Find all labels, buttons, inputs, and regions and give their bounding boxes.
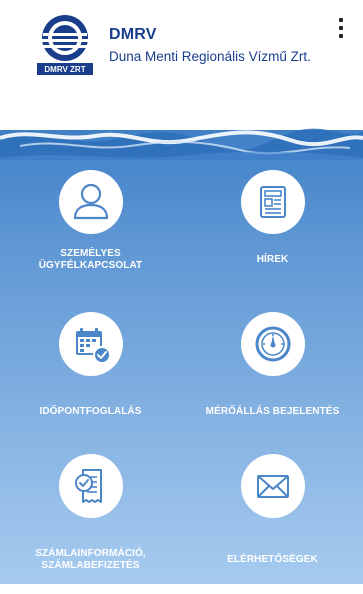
logo-badge-text: DMRV ZRT bbox=[44, 65, 85, 74]
tile-appointment[interactable]: IDŐPONTFOGLALÁS bbox=[0, 312, 181, 452]
tile-label-line1: MÉRŐÁLLÁS BEJELENTÉS bbox=[205, 406, 340, 417]
tile-icon-circle bbox=[58, 454, 123, 518]
tile-icon-circle bbox=[240, 312, 305, 376]
invoice-icon bbox=[74, 469, 102, 503]
tile-label-line1: SZEMÉLYES bbox=[60, 248, 121, 259]
tile-icon-circle bbox=[58, 170, 123, 234]
tile-label-line1: SZÁMLAINFORMÁCIÓ, bbox=[35, 548, 146, 559]
tile-news[interactable]: HÍREK bbox=[182, 170, 363, 310]
dmrv-logo-icon: DMRV ZRT bbox=[37, 15, 93, 75]
tile-label-line2: SZÁMLABEFIZETÉS bbox=[41, 560, 140, 571]
tile-icon-circle bbox=[58, 312, 123, 376]
tile-contacts[interactable]: ELÉRHETŐSÉGEK bbox=[182, 454, 363, 594]
tile-icon-circle bbox=[240, 454, 305, 518]
calendar-check-icon bbox=[75, 328, 111, 364]
tile-meter-reading[interactable]: MÉRŐÁLLÁS BEJELENTÉS bbox=[182, 312, 363, 452]
newspaper-icon bbox=[259, 186, 286, 218]
tile-invoice[interactable]: SZÁMLAINFORMÁCIÓ, SZÁMLABEFIZETÉS bbox=[0, 454, 181, 594]
person-icon bbox=[73, 183, 108, 220]
brand-name: DMRV bbox=[109, 26, 157, 43]
tile-label-line1: ELÉRHETŐSÉGEK bbox=[227, 554, 318, 565]
more-vertical-icon[interactable] bbox=[334, 16, 348, 40]
tile-label-line1: IDŐPONTFOGLALÁS bbox=[39, 406, 142, 417]
tile-label-line2: ÜGYFÉLKAPCSOLAT bbox=[38, 260, 143, 271]
menu-grid: SZEMÉLYES ÜGYFÉLKAPCSOLAT HÍREK IDŐPONTF… bbox=[0, 158, 363, 584]
tile-label-line1: HÍREK bbox=[256, 254, 289, 265]
tile-icon-circle bbox=[240, 170, 305, 234]
tile-personal-contact[interactable]: SZEMÉLYES ÜGYFÉLKAPCSOLAT bbox=[0, 170, 181, 310]
app-header: DMRV ZRT DMRV Duna Menti Regionális Vízm… bbox=[0, 0, 363, 100]
envelope-icon bbox=[256, 475, 289, 498]
brand-subtitle: Duna Menti Regionális Vízmű Zrt. bbox=[109, 49, 311, 64]
meter-gauge-icon bbox=[255, 326, 290, 362]
